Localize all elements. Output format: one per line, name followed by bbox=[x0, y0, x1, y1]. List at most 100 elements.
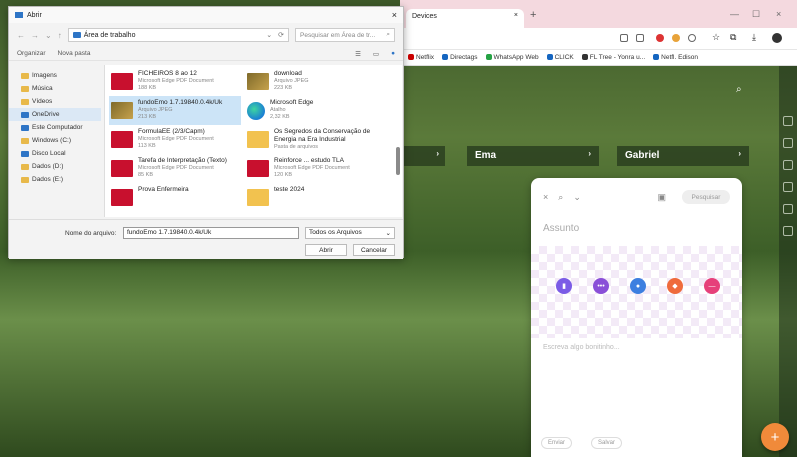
file-item[interactable]: Reinforce ... estudo TLA Microsoft Edge P… bbox=[245, 154, 377, 183]
extension-icon[interactable] bbox=[636, 34, 644, 42]
bookmark-icon bbox=[485, 54, 492, 61]
plus-icon[interactable]: + bbox=[761, 423, 789, 451]
section-head-left[interactable]: › bbox=[400, 146, 445, 166]
file-item[interactable]: FormulaEE (2/3/Capm) Microsoft Edge PDF D… bbox=[109, 125, 241, 154]
nav-item[interactable]: Este Computador bbox=[9, 121, 101, 134]
sidebar-icon[interactable] bbox=[783, 116, 793, 126]
file-type-select[interactable]: Todos os Arquivos ⌄ bbox=[305, 227, 395, 239]
up-icon[interactable]: ↑ bbox=[58, 31, 62, 40]
extension-icon[interactable] bbox=[620, 34, 628, 42]
nav-item-label: Dados (E:) bbox=[32, 176, 64, 183]
page-search-icon[interactable]: ⌕ bbox=[736, 84, 742, 95]
organize-button[interactable]: Organizar bbox=[17, 50, 46, 57]
nav-item[interactable]: Dados (E:) bbox=[9, 173, 101, 186]
dialog-close-icon[interactable]: × bbox=[392, 10, 397, 20]
file-item[interactable]: Prova Enfermeira bbox=[109, 183, 241, 212]
nav-item[interactable]: Disco Local bbox=[9, 147, 101, 160]
nav-item[interactable]: Vídeos bbox=[9, 95, 101, 108]
bookmark-label: WhatsApp Web bbox=[493, 54, 539, 61]
sidebar-icon[interactable] bbox=[783, 226, 793, 236]
extension-icon[interactable] bbox=[688, 34, 696, 42]
section-head-ema[interactable]: Ema › bbox=[467, 146, 599, 166]
favorites-icon[interactable]: ☆ bbox=[712, 32, 720, 43]
section-head-label: Gabriel bbox=[625, 150, 660, 161]
file-type: Arquivo JPEG bbox=[274, 78, 309, 84]
note-chip-send[interactable]: Enviar bbox=[541, 437, 573, 449]
search-icon[interactable]: ⌕ bbox=[558, 192, 563, 203]
file-item[interactable]: teste 2024 bbox=[245, 183, 377, 212]
nav-item[interactable]: Dados (D:) bbox=[9, 160, 101, 173]
color-palette: ▮ ••• ● ◆ — bbox=[531, 246, 742, 338]
back-icon[interactable]: ← bbox=[17, 31, 25, 40]
bookmark-item[interactable]: WhatsApp Web bbox=[485, 54, 539, 61]
close-icon[interactable]: × bbox=[543, 192, 548, 202]
sidebar-icon[interactable] bbox=[783, 160, 793, 170]
window-close-icon[interactable]: × bbox=[776, 9, 781, 19]
nav-item-label: Este Computador bbox=[32, 124, 83, 131]
file-item[interactable]: download Arquivo JPEG 223 KB bbox=[245, 67, 377, 96]
maximize-icon[interactable]: ☐ bbox=[752, 9, 760, 20]
download-icon[interactable]: ⤓ bbox=[752, 32, 756, 43]
cancel-button[interactable]: Cancelar bbox=[353, 244, 395, 256]
sidebar-icon[interactable] bbox=[783, 204, 793, 214]
open-button[interactable]: Abrir bbox=[305, 244, 347, 256]
nav-item[interactable]: Windows (C:) bbox=[9, 134, 101, 147]
bookmark-item[interactable]: CLICK bbox=[546, 54, 574, 61]
dialog-search-input[interactable]: Pesquisar em Área de tr... ⌕ bbox=[295, 28, 395, 42]
file-item[interactable]: Microsoft Edge Atalho 2,32 KB bbox=[245, 96, 377, 125]
bookmark-item[interactable]: Netfl. Edison bbox=[653, 54, 698, 61]
note-top-button[interactable]: Pesquisar bbox=[682, 190, 730, 204]
page-icon: ▮ bbox=[562, 283, 566, 290]
color-swatch-pink[interactable]: — bbox=[704, 278, 720, 294]
sidebar-icon[interactable] bbox=[783, 182, 793, 192]
minimize-icon[interactable]: — bbox=[730, 9, 739, 19]
preview-icon[interactable]: ▭ bbox=[373, 50, 379, 58]
view-icon[interactable]: ☰ bbox=[355, 50, 361, 58]
tab-label: Devices bbox=[412, 13, 437, 20]
file-item[interactable]: Tarefa de Interpretação (Texto) Microsoft… bbox=[109, 154, 241, 183]
extension-icon[interactable] bbox=[672, 34, 680, 42]
file-item[interactable]: Os Segredos da Conservação de Energia na… bbox=[245, 125, 377, 154]
new-tab-icon[interactable]: + bbox=[530, 9, 536, 21]
file-item[interactable]: FICHEIROS 8 ao 12 Microsoft Edge PDF Docu… bbox=[109, 67, 241, 96]
browser-tab[interactable]: Devices × bbox=[406, 9, 524, 28]
refresh-icon[interactable]: ⟳ bbox=[278, 31, 284, 39]
nav-item-label: OneDrive bbox=[32, 111, 60, 118]
address-bar[interactable]: Área de trabalho ⌄ ⟳ bbox=[67, 28, 289, 42]
file-type: Microsoft Edge PDF Document bbox=[138, 136, 214, 142]
filename-input[interactable]: fundoEmo 1.7.19840.0.4k/Uk bbox=[123, 227, 299, 239]
nav-item[interactable]: OneDrive bbox=[9, 108, 101, 121]
address-dropdown-icon[interactable]: ⌄ bbox=[266, 31, 272, 39]
nav-item[interactable]: Imagens bbox=[9, 69, 101, 82]
search-icon: ⌕ bbox=[386, 31, 390, 38]
note-chip-save[interactable]: Salvar bbox=[591, 437, 623, 449]
chevron-down-icon: ⌄ bbox=[385, 230, 391, 237]
bookmark-item[interactable]: Netflix bbox=[408, 54, 434, 61]
bookmark-item[interactable]: Directags bbox=[442, 54, 478, 61]
file-item-selected[interactable]: fundoEmo 1.7.19840.0.4k/Uk Arquivo JPEG 21… bbox=[109, 96, 241, 125]
file-list-scrollbar[interactable] bbox=[396, 67, 400, 215]
extension-icon[interactable] bbox=[656, 34, 664, 42]
bookmark-item[interactable]: FL Tree - Yonra u... bbox=[581, 54, 645, 61]
color-swatch-purple[interactable]: ▮ bbox=[556, 278, 572, 294]
recent-icon[interactable]: ⌄ bbox=[45, 31, 52, 40]
tab-close-icon[interactable]: × bbox=[514, 12, 518, 19]
attach-icon[interactable]: ▣ bbox=[657, 192, 666, 203]
scrollbar-thumb[interactable] bbox=[396, 147, 400, 175]
new-folder-button[interactable]: Nova pasta bbox=[58, 50, 91, 57]
help-icon[interactable]: ● bbox=[391, 50, 395, 57]
subject-field[interactable]: Assunto bbox=[543, 223, 579, 234]
sidebar-icon[interactable] bbox=[783, 138, 793, 148]
forward-icon[interactable]: → bbox=[31, 31, 39, 40]
color-swatch-orange[interactable]: ◆ bbox=[667, 278, 683, 294]
color-swatch-blue[interactable]: ● bbox=[630, 278, 646, 294]
section-head-gabriel[interactable]: Gabriel › bbox=[617, 146, 749, 166]
profile-icon[interactable] bbox=[772, 33, 782, 43]
note-body-input[interactable]: Escreva algo bonitinho... bbox=[543, 344, 620, 351]
nav-item[interactable]: Música bbox=[9, 82, 101, 95]
pdf-file-icon bbox=[111, 160, 133, 177]
color-swatch-violet[interactable]: ••• bbox=[593, 278, 609, 294]
minimize-icon[interactable]: ⌄ bbox=[573, 192, 581, 203]
edge-icon bbox=[247, 102, 265, 120]
collections-icon[interactable]: ⧉ bbox=[730, 32, 736, 43]
